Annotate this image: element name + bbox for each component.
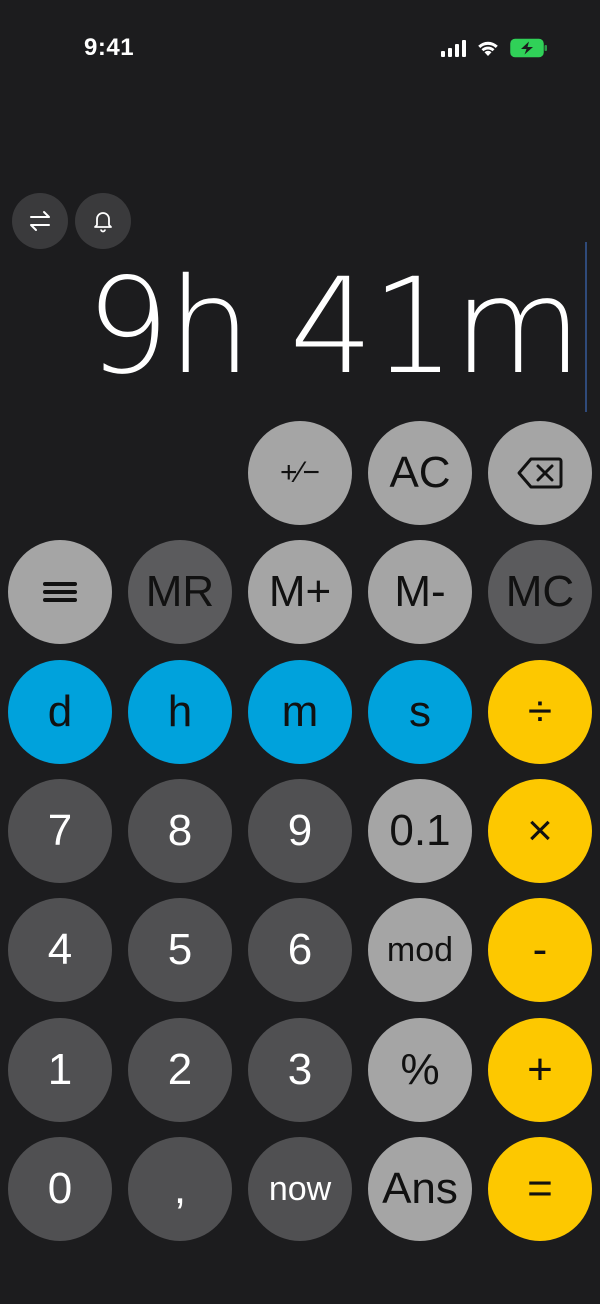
digit-8-button[interactable]: 8	[128, 779, 232, 883]
answer-button[interactable]: Ans	[368, 1137, 472, 1241]
digit-9-button[interactable]: 9	[248, 779, 352, 883]
text-cursor	[585, 242, 587, 412]
swap-arrows-icon	[30, 211, 50, 231]
memory-add-button[interactable]: M+	[248, 540, 352, 644]
status-bar: 9:41	[0, 0, 600, 96]
delete-left-icon	[517, 457, 563, 489]
all-clear-button[interactable]: AC	[368, 421, 472, 525]
digit-0-button[interactable]: 0	[8, 1137, 112, 1241]
digit-3-button[interactable]: 3	[248, 1018, 352, 1122]
digit-5-button[interactable]: 5	[128, 898, 232, 1002]
percent-button[interactable]: %	[368, 1018, 472, 1122]
status-icons	[441, 38, 548, 58]
digit-4-button[interactable]: 4	[8, 898, 112, 1002]
plus-minus-button[interactable]: +⁄−	[248, 421, 352, 525]
bell-icon	[94, 212, 112, 233]
minus-button[interactable]: -	[488, 898, 592, 1002]
comma-button[interactable]: ,	[128, 1137, 232, 1241]
menu-button[interactable]	[8, 540, 112, 644]
days-button[interactable]: d	[8, 660, 112, 764]
hours-button[interactable]: h	[128, 660, 232, 764]
memory-recall-button[interactable]: MR	[128, 540, 232, 644]
mod-button[interactable]: mod	[368, 898, 472, 1002]
plus-button[interactable]: +	[488, 1018, 592, 1122]
cellular-signal-icon	[441, 39, 466, 57]
tenth-button[interactable]: 0.1	[368, 779, 472, 883]
backspace-button[interactable]	[488, 421, 592, 525]
notifications-button[interactable]	[75, 193, 131, 249]
digit-1-button[interactable]: 1	[8, 1018, 112, 1122]
status-time: 9:41	[84, 34, 135, 61]
seconds-button[interactable]: s	[368, 660, 472, 764]
memory-subtract-button[interactable]: M-	[368, 540, 472, 644]
divide-button[interactable]: ÷	[488, 660, 592, 764]
now-button[interactable]: now	[248, 1137, 352, 1241]
minutes-button[interactable]: m	[248, 660, 352, 764]
battery-charging-icon	[510, 38, 548, 58]
wifi-icon	[476, 39, 500, 57]
swap-button[interactable]	[12, 193, 68, 249]
digit-7-button[interactable]: 7	[8, 779, 112, 883]
memory-clear-button[interactable]: MC	[488, 540, 592, 644]
equals-button[interactable]: =	[488, 1137, 592, 1241]
digit-6-button[interactable]: 6	[248, 898, 352, 1002]
result-display: 9h 41m	[85, 250, 582, 404]
menu-icon	[43, 582, 77, 602]
display-value: 9h 41m	[85, 250, 582, 404]
digit-2-button[interactable]: 2	[128, 1018, 232, 1122]
multiply-button[interactable]: ×	[488, 779, 592, 883]
